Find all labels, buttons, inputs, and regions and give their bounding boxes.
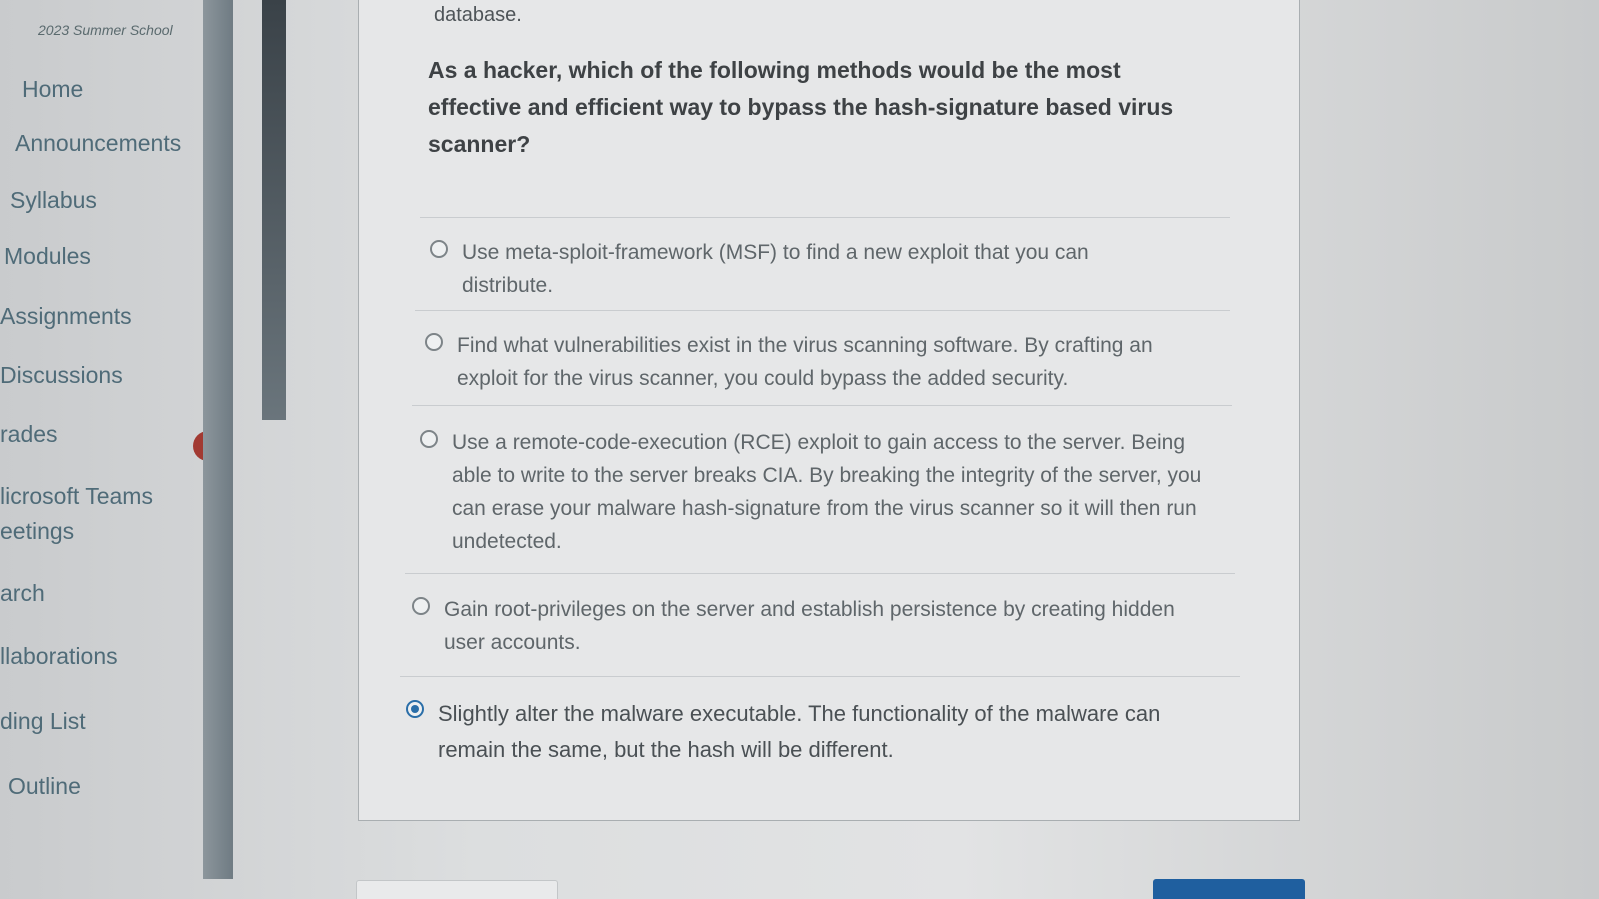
answer-option-text: Slightly alter the malware executable. T… — [438, 701, 1161, 762]
answer-option-text: Gain root-privileges on the server and e… — [444, 598, 1175, 654]
sidebar-item-outline[interactable]: Outline — [8, 773, 81, 800]
answer-option-text: Use meta-sploit-framework (MSF) to find … — [462, 241, 1089, 297]
radio-button[interactable] — [420, 430, 438, 448]
sidebar-item-collaborations[interactable]: llaborations — [0, 643, 118, 670]
sidebar-item-home[interactable]: Home — [22, 76, 83, 103]
sidebar-item-discussions[interactable]: Discussions — [0, 362, 123, 389]
sidebar-item-meetings[interactable]: eetings — [0, 518, 74, 545]
sidebar-item-microsoft-teams[interactable]: licrosoft Teams — [0, 483, 153, 510]
divider — [412, 405, 1232, 406]
sidebar-item-modules[interactable]: Modules — [4, 243, 91, 270]
answer-option-text: Use a remote-code-execution (RCE) exploi… — [452, 431, 1202, 553]
radio-button-selected[interactable] — [406, 700, 424, 718]
sidebar-item-syllabus[interactable]: Syllabus — [10, 187, 97, 214]
sidebar-item-announcements[interactable]: Announcements — [15, 130, 181, 157]
sidebar-item-grades[interactable]: rades — [0, 421, 58, 448]
next-button[interactable] — [1153, 879, 1305, 899]
previous-button[interactable] — [356, 880, 558, 899]
course-sidebar: 2023 Summer School Home Announcements Sy… — [0, 0, 262, 899]
radio-button[interactable] — [412, 597, 430, 615]
sidebar-item-search[interactable]: arch — [0, 580, 45, 607]
divider — [400, 676, 1240, 677]
divider — [415, 310, 1230, 311]
divider — [405, 573, 1235, 574]
question-prompt: As a hacker, which of the following meth… — [428, 57, 1174, 157]
sidebar-edge — [262, 0, 286, 420]
answer-option-5[interactable]: Slightly alter the malware executable. T… — [406, 700, 1236, 770]
sidebar-item-assignments[interactable]: Assignments — [0, 303, 132, 330]
answer-option-text: Find what vulnerabilities exist in the v… — [457, 334, 1153, 390]
question-preceding-text: database. — [434, 4, 522, 26]
quiz-page: 2023 Summer School Home Announcements Sy… — [0, 0, 1599, 899]
radio-button[interactable] — [425, 333, 443, 351]
answer-option-2[interactable]: Find what vulnerabilities exist in the v… — [425, 333, 1225, 393]
sidebar-item-reading-list[interactable]: ding List — [0, 708, 86, 735]
answer-option-4[interactable]: Gain root-privileges on the server and e… — [412, 597, 1232, 657]
sidebar-scrollbar[interactable] — [203, 0, 233, 879]
answer-option-3[interactable]: Use a remote-code-execution (RCE) exploi… — [420, 430, 1230, 560]
course-name: 2023 Summer School — [38, 22, 173, 38]
answer-option-1[interactable]: Use meta-sploit-framework (MSF) to find … — [430, 240, 1220, 300]
radio-button[interactable] — [430, 240, 448, 258]
divider — [420, 217, 1230, 218]
